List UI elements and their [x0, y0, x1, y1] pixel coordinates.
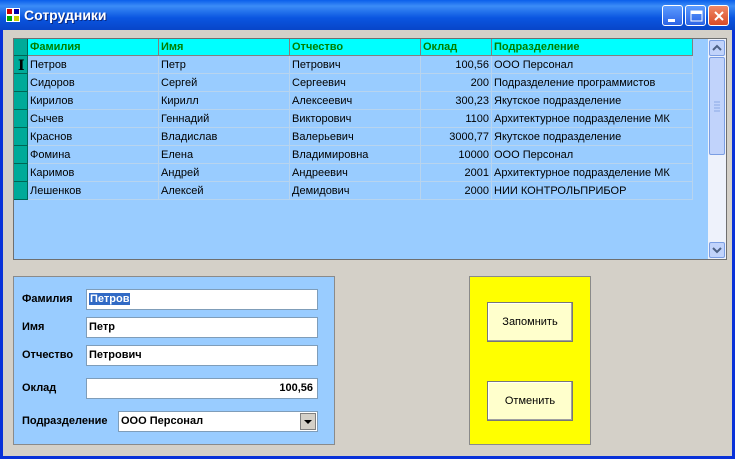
- cell-salary[interactable]: 300,23: [421, 92, 492, 110]
- cell-firstname[interactable]: Геннадий: [159, 110, 290, 128]
- cell-middlename[interactable]: Демидович: [290, 182, 421, 200]
- firstname-label: Имя: [22, 321, 45, 333]
- cell-department[interactable]: Подразделение программистов: [492, 74, 693, 92]
- lastname-value: Петров: [89, 293, 131, 305]
- cell-department[interactable]: Архитектурное подразделение МК: [492, 164, 693, 182]
- employees-grid[interactable]: Фамилия Имя Отчество Оклад Подразделение…: [13, 38, 727, 260]
- cell-lastname[interactable]: Лешенков: [28, 182, 159, 200]
- column-header-lastname[interactable]: Фамилия: [28, 39, 159, 56]
- column-header-firstname[interactable]: Имя: [159, 39, 290, 56]
- cell-lastname[interactable]: Фомина: [28, 146, 159, 164]
- cell-middlename[interactable]: Валерьевич: [290, 128, 421, 146]
- cancel-button[interactable]: Отменить: [487, 381, 573, 421]
- cell-middlename[interactable]: Андреевич: [290, 164, 421, 182]
- employees-window: Сотрудники Фамилия Имя Отчество Оклад По…: [0, 0, 735, 459]
- cell-lastname[interactable]: Каримов: [28, 164, 159, 182]
- cell-salary[interactable]: 2001: [421, 164, 492, 182]
- text-cursor-icon: I: [18, 58, 25, 74]
- department-combobox[interactable]: ООО Персонал: [118, 411, 318, 432]
- column-header-middlename[interactable]: Отчество: [290, 39, 421, 56]
- scroll-up-button[interactable]: [709, 40, 725, 56]
- grip-icon: [714, 101, 720, 112]
- grid-vertical-scrollbar[interactable]: [708, 39, 726, 259]
- scroll-thumb[interactable]: [709, 57, 725, 155]
- scroll-down-button[interactable]: [709, 242, 725, 258]
- middlename-label: Отчество: [22, 349, 74, 361]
- maximize-icon: [690, 10, 703, 22]
- cell-firstname[interactable]: Алексей: [159, 182, 290, 200]
- department-label: Подразделение: [22, 415, 108, 427]
- column-header-salary[interactable]: Оклад: [421, 39, 492, 56]
- cell-department[interactable]: Якутское подразделение: [492, 92, 693, 110]
- cell-lastname[interactable]: Кирилов: [28, 92, 159, 110]
- cell-middlename[interactable]: Викторович: [290, 110, 421, 128]
- lastname-field[interactable]: Петров: [86, 289, 318, 310]
- cell-lastname[interactable]: Петров: [28, 56, 159, 74]
- cell-middlename[interactable]: Алексеевич: [290, 92, 421, 110]
- row-indicator: [14, 74, 28, 92]
- salary-field[interactable]: 100,56: [86, 378, 318, 399]
- close-button[interactable]: [708, 5, 729, 26]
- row-indicator: [14, 110, 28, 128]
- cell-firstname[interactable]: Сергей: [159, 74, 290, 92]
- lastname-label: Фамилия: [22, 293, 73, 305]
- cell-middlename[interactable]: Владимировна: [290, 146, 421, 164]
- cell-firstname[interactable]: Кирилл: [159, 92, 290, 110]
- cell-firstname[interactable]: Петр: [159, 56, 290, 74]
- cell-middlename[interactable]: Сергеевич: [290, 74, 421, 92]
- row-indicator: [14, 128, 28, 146]
- window-title: Сотрудники: [24, 7, 107, 23]
- cell-salary[interactable]: 3000,77: [421, 128, 492, 146]
- dropdown-button[interactable]: [300, 413, 316, 430]
- cell-firstname[interactable]: Владислав: [159, 128, 290, 146]
- cell-firstname[interactable]: Андрей: [159, 164, 290, 182]
- cell-department[interactable]: ООО Персонал: [492, 56, 693, 74]
- row-indicator: [14, 182, 28, 200]
- cell-lastname[interactable]: Сидоров: [28, 74, 159, 92]
- minimize-button[interactable]: [662, 5, 683, 26]
- row-indicator: [14, 146, 28, 164]
- cell-salary[interactable]: 2000: [421, 182, 492, 200]
- actions-panel: Запомнить Отменить: [469, 276, 591, 445]
- middlename-field[interactable]: Петрович: [86, 345, 318, 366]
- cell-salary[interactable]: 200: [421, 74, 492, 92]
- title-bar[interactable]: Сотрудники: [0, 0, 735, 30]
- minimize-icon: [668, 19, 675, 22]
- cell-salary[interactable]: 100,56: [421, 56, 492, 74]
- cell-salary[interactable]: 10000: [421, 146, 492, 164]
- cell-lastname[interactable]: Краснов: [28, 128, 159, 146]
- cell-middlename[interactable]: Петрович: [290, 56, 421, 74]
- cell-firstname[interactable]: Елена: [159, 146, 290, 164]
- cell-department[interactable]: НИИ КОНТРОЛЬПРИБОР: [492, 182, 693, 200]
- chevron-up-icon: [712, 44, 722, 51]
- cell-department[interactable]: ООО Персонал: [492, 146, 693, 164]
- firstname-field[interactable]: Петр: [86, 317, 318, 338]
- row-indicator: [14, 92, 28, 110]
- row-indicator: I: [14, 56, 28, 74]
- maximize-button[interactable]: [685, 5, 706, 26]
- close-icon: [714, 11, 724, 21]
- header-indicator: [14, 39, 28, 56]
- row-indicator: [14, 164, 28, 182]
- cell-lastname[interactable]: Сычев: [28, 110, 159, 128]
- save-button[interactable]: Запомнить: [487, 302, 573, 342]
- cell-department[interactable]: Якутское подразделение: [492, 128, 693, 146]
- cell-salary[interactable]: 1100: [421, 110, 492, 128]
- column-header-department[interactable]: Подразделение: [492, 39, 693, 56]
- employee-edit-form: Фамилия Петров Имя Петр Отчество Петрови…: [13, 276, 335, 445]
- cell-department[interactable]: Архитектурное подразделение МК: [492, 110, 693, 128]
- chevron-down-icon: [712, 247, 722, 254]
- department-value: ООО Персонал: [121, 415, 204, 427]
- dropdown-arrow-icon: [304, 420, 312, 424]
- app-icon: [6, 8, 20, 22]
- salary-label: Оклад: [22, 382, 57, 394]
